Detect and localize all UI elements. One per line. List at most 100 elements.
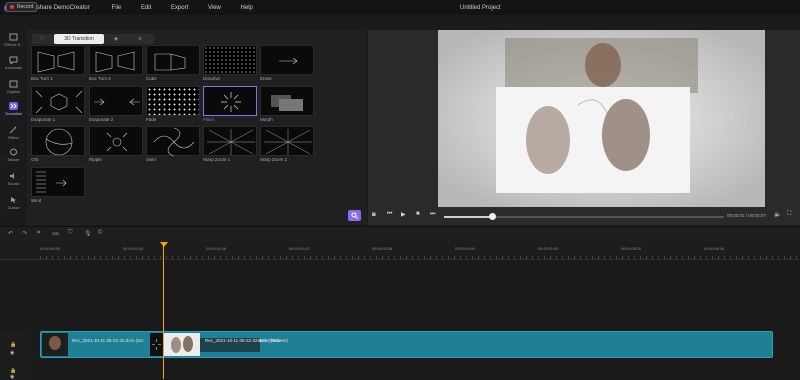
snapshot-button[interactable]: ◙ xyxy=(372,212,376,218)
rail-caption[interactable]: Caption xyxy=(0,80,27,94)
rail-label: Caption xyxy=(6,89,21,94)
rail-annotation[interactable]: Annotatio xyxy=(0,56,27,70)
transition-box-turn-1[interactable] xyxy=(31,45,85,75)
erase-icon xyxy=(279,57,298,65)
transition-evaporate-2[interactable] xyxy=(89,86,143,116)
effect-icon xyxy=(9,126,17,134)
clip-label: Rec_2021-10-11 05-22-32.dcm (Scr xyxy=(72,338,144,343)
morph-icon xyxy=(271,95,303,111)
menu-help[interactable]: Help xyxy=(241,5,253,11)
speed-button[interactable]: 10x xyxy=(52,231,59,236)
rail-cursor[interactable]: Cursor xyxy=(0,196,27,210)
playhead[interactable] xyxy=(163,242,164,379)
transition-marker[interactable] xyxy=(150,333,163,356)
ruler-label: 00:00:06:16 xyxy=(704,247,725,251)
transition-dissolve[interactable] xyxy=(203,45,257,75)
copyright-button[interactable]: © xyxy=(98,230,102,236)
clip-label-suffix: Webc (Screen) xyxy=(258,338,288,343)
preview-frame xyxy=(438,30,765,207)
rail-label: Transition xyxy=(4,111,23,116)
prev-frame-button[interactable]: ⏮ xyxy=(387,211,392,218)
camera-icon: ◙ xyxy=(372,212,376,218)
ruler-label: 00:00:02:12 xyxy=(289,247,310,251)
transition-ripple[interactable] xyxy=(89,126,143,156)
rail-effects[interactable]: Effects S.. xyxy=(0,33,27,47)
tab-cube[interactable]: ◈ xyxy=(108,34,124,44)
transition-orb[interactable] xyxy=(31,126,85,156)
transition-cube[interactable] xyxy=(146,45,200,75)
tab-favorites[interactable]: ♡ xyxy=(34,34,50,44)
title-bar: ▶ Wondershare DemoCreator File Edit Expo… xyxy=(0,0,800,15)
copyright-icon: © xyxy=(98,230,103,236)
timeline-tracks xyxy=(0,260,800,379)
playhead-handle[interactable] xyxy=(160,242,168,247)
cube-icon: ◈ xyxy=(114,36,118,42)
rail-sound[interactable]: Sound xyxy=(0,172,27,186)
transition-warp-zoom-2[interactable] xyxy=(260,126,314,156)
warp-zoom-icon xyxy=(264,129,312,155)
marker-button[interactable]: ⛉ xyxy=(68,230,73,237)
eye-icon[interactable]: ◉ xyxy=(10,374,14,380)
annotation-icon xyxy=(9,56,18,64)
rail-effect[interactable]: Effect xyxy=(0,126,27,140)
transition-label: Orb xyxy=(31,157,39,162)
rail-label: Effects S.. xyxy=(4,42,23,47)
transition-fade[interactable] xyxy=(146,86,200,116)
caption-icon xyxy=(9,80,18,88)
timeline-toolbar xyxy=(0,226,800,242)
lock-icon[interactable]: 🔒 xyxy=(10,342,16,348)
crop-button[interactable]: ⌗ xyxy=(37,230,40,237)
orb-icon xyxy=(45,128,73,156)
menu-view[interactable]: View xyxy=(208,5,221,11)
record-button[interactable]: Record xyxy=(6,2,37,12)
rail-transition[interactable]: Transition xyxy=(0,102,27,116)
ruler-label: 00:00:03:08 xyxy=(372,247,393,251)
box-turn-icon xyxy=(37,51,75,73)
transition-warp-zoom-1[interactable] xyxy=(203,126,257,156)
eye-icon[interactable]: ◉ xyxy=(10,350,14,356)
clip-thumbnail xyxy=(42,333,68,356)
crop-icon: ⌗ xyxy=(37,230,41,236)
transition-label: Fade xyxy=(146,117,157,122)
play-button[interactable]: ▶ xyxy=(401,211,406,218)
left-rail: Effects S.. Annotatio Caption Transition… xyxy=(0,30,27,230)
seek-handle[interactable] xyxy=(489,213,496,220)
transition-label: Box Turn 2 xyxy=(89,76,111,81)
tab-list[interactable]: ≡ xyxy=(132,34,148,44)
transition-morph[interactable] xyxy=(260,86,314,116)
menu-export[interactable]: Export xyxy=(171,5,188,11)
transition-label: Warp Zoom 1 xyxy=(203,157,231,162)
ruler-label: 00:00:00:20 xyxy=(123,247,144,251)
tab-3d-transition[interactable]: 3D Transition xyxy=(54,34,104,44)
fullscreen-button[interactable]: ⛶ xyxy=(787,211,791,218)
record-row xyxy=(0,15,800,30)
transition-wind[interactable] xyxy=(31,167,85,197)
transition-label: Dissolve xyxy=(203,76,221,81)
heart-icon: ♡ xyxy=(39,36,45,42)
search-button[interactable] xyxy=(348,210,361,221)
effects-icon xyxy=(9,33,18,41)
menu-file[interactable]: File xyxy=(112,5,122,11)
mic-button[interactable]: 🎙 xyxy=(84,230,92,237)
transition-evaporate-1[interactable] xyxy=(31,86,85,116)
stop-button[interactable]: ■ xyxy=(416,211,420,217)
sound-icon xyxy=(10,173,14,179)
fullscreen-icon: ⛶ xyxy=(787,211,792,217)
transition-flash[interactable] xyxy=(203,86,257,116)
project-title: Untitled Project xyxy=(460,4,501,11)
redo-button[interactable]: ↷ xyxy=(22,230,27,237)
undo-button[interactable]: ↶ xyxy=(8,230,13,237)
menu-edit[interactable]: Edit xyxy=(141,5,151,11)
transition-swirl[interactable] xyxy=(146,126,200,157)
sticker-icon xyxy=(10,148,17,156)
next-frame-button[interactable]: ⏭ xyxy=(430,211,435,218)
rail-label: Sticker xyxy=(7,157,20,162)
rail-sticker[interactable]: Sticker xyxy=(0,148,27,162)
volume-button[interactable]: 🔈 xyxy=(774,211,781,218)
menu-bar: File Edit Export View Help xyxy=(112,5,271,11)
transition-erase[interactable] xyxy=(260,45,314,75)
transition-box-turn-2[interactable] xyxy=(89,45,143,75)
evaporate-icon xyxy=(94,98,140,106)
preview-canvas xyxy=(438,30,765,207)
transition-label: Erase xyxy=(260,76,272,81)
